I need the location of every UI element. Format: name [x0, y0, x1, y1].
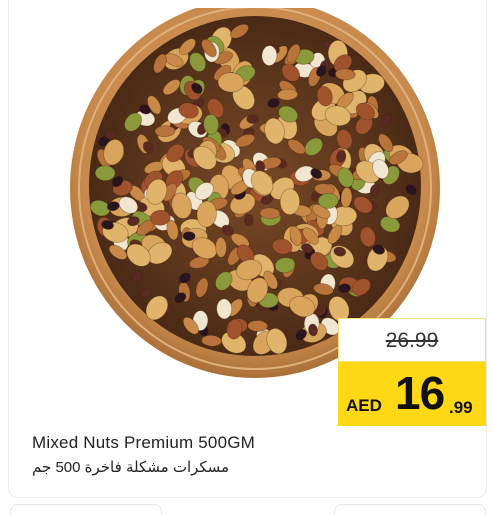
- raisin-piece: [246, 114, 260, 125]
- walnut-piece: [279, 188, 301, 216]
- almond-piece: [154, 125, 176, 138]
- almond-piece: [215, 237, 227, 258]
- product-title-ar: مسكرات مشكلة فاخرة 500 جم: [32, 459, 230, 476]
- raisin-piece: [182, 231, 196, 242]
- old-price-band: 26.99: [338, 318, 486, 362]
- cashew-piece: [261, 45, 278, 66]
- pistachio-piece: [317, 192, 339, 209]
- currency-label: AED: [346, 396, 382, 415]
- price-decimal: .99: [449, 398, 473, 417]
- pistachio-piece: [94, 165, 116, 182]
- almond-piece: [247, 320, 269, 332]
- product-title-en[interactable]: Mixed Nuts Premium 500GM: [32, 433, 255, 453]
- product-card[interactable]: 26.99 AED 16 .99 Mixed Nuts Premium 500G…: [8, 0, 487, 498]
- raisin-piece: [243, 213, 254, 227]
- price-tag: 26.99 AED 16 .99: [338, 318, 486, 426]
- next-cards-strip: [0, 500, 493, 515]
- old-price: 26.99: [385, 329, 439, 352]
- next-card-edge: [10, 504, 162, 515]
- next-card-edge: [334, 504, 486, 515]
- price-integer: 16: [395, 367, 445, 419]
